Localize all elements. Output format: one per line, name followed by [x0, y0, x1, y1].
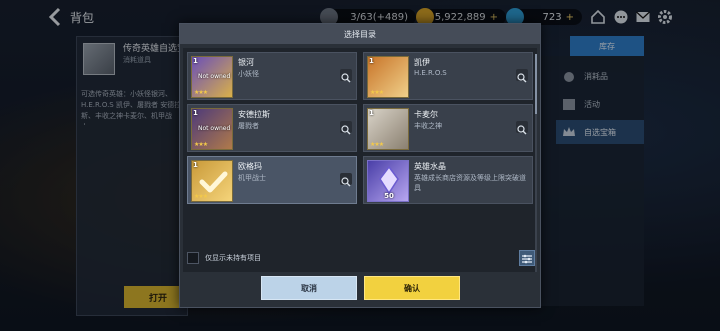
- hero-portrait: 1 ★★★: [367, 56, 409, 98]
- confirm-button[interactable]: 确认: [364, 276, 460, 300]
- hero-option-card[interactable]: 1 Not owned ★★★ 安德拉斯 屠戮者: [187, 104, 357, 152]
- hero-name: 凯伊: [414, 58, 430, 67]
- hero-name: 卡麦尔: [414, 110, 438, 119]
- dialog-title: 选择目录: [180, 24, 540, 44]
- item-description: 英雄成长商店资源及等级上限突破道具: [414, 174, 526, 192]
- hero-level-badge: 1: [193, 109, 198, 117]
- crystal-quantity: 50: [384, 192, 394, 200]
- hero-name: 欧格玛: [238, 162, 262, 171]
- cancel-button[interactable]: 取消: [261, 276, 357, 300]
- sliders-icon: [522, 254, 532, 264]
- search-icon[interactable]: [340, 173, 352, 187]
- hero-crystal-card[interactable]: 50 英雄水晶 英雄成长商店资源及等级上限突破道具: [363, 156, 533, 204]
- hero-title: H.E.R.O.S: [414, 69, 447, 77]
- hero-option-card[interactable]: 1 ★★★ 欧格玛 机甲战士: [187, 156, 357, 204]
- unowned-only-checkbox[interactable]: [187, 252, 199, 264]
- hero-option-card[interactable]: 1 ★★★ 卡麦尔 丰收之神: [363, 104, 533, 152]
- search-icon[interactable]: [516, 69, 528, 83]
- hero-name: 安德拉斯: [238, 110, 270, 119]
- crystal-icon: 50: [367, 160, 409, 202]
- hero-title: 丰收之神: [414, 122, 442, 130]
- select-directory-dialog: 选择目录 1 Not owned ★★★ 银河 小妖怪 1 ★★★ 凯伊 H.E…: [179, 23, 541, 308]
- item-name: 英雄水晶: [414, 162, 446, 171]
- not-owned-tag: Not owned: [198, 73, 231, 80]
- hero-portrait: 1 ★★★: [367, 108, 409, 150]
- hero-level-badge: 1: [369, 57, 374, 65]
- filter-button[interactable]: [519, 250, 535, 266]
- star-rating: ★★★: [370, 89, 384, 96]
- filter-row: 仅显示未持有项目: [183, 250, 537, 268]
- hero-level-badge: 1: [193, 57, 198, 65]
- hero-portrait: 1 Not owned ★★★: [191, 108, 233, 150]
- hero-title: 屠戮者: [238, 122, 259, 130]
- star-rating: ★★★: [370, 141, 384, 148]
- hero-title: 机甲战士: [238, 174, 266, 182]
- not-owned-tag: Not owned: [198, 125, 231, 132]
- hero-option-list: 1 Not owned ★★★ 银河 小妖怪 1 ★★★ 凯伊 H.E.R.O.…: [183, 48, 537, 272]
- hero-title: 小妖怪: [238, 70, 259, 78]
- hero-portrait: 1 ★★★: [191, 160, 233, 202]
- search-icon[interactable]: [516, 121, 528, 135]
- hero-option-card[interactable]: 1 Not owned ★★★ 银河 小妖怪: [187, 52, 357, 100]
- star-rating: ★★★: [194, 89, 208, 96]
- star-rating: ★★★: [194, 141, 208, 148]
- scrollbar-thumb[interactable]: [535, 54, 537, 114]
- star-rating: ★★★: [194, 193, 208, 200]
- hero-portrait: 1 Not owned ★★★: [191, 56, 233, 98]
- unowned-only-label: 仅显示未持有项目: [205, 254, 261, 262]
- hero-level-badge: 1: [369, 109, 374, 117]
- hero-option-card[interactable]: 1 ★★★ 凯伊 H.E.R.O.S: [363, 52, 533, 100]
- search-icon[interactable]: [340, 121, 352, 135]
- search-icon[interactable]: [340, 69, 352, 83]
- hero-name: 银河: [238, 58, 254, 67]
